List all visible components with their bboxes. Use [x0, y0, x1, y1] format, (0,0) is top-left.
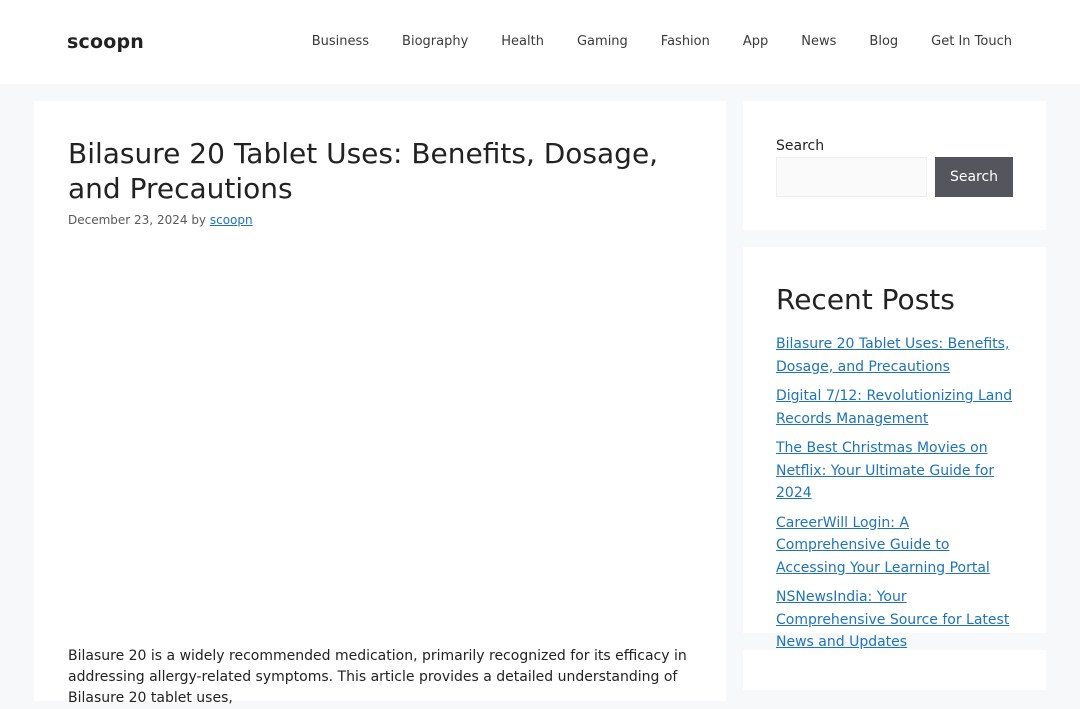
post-meta: December 23, 2024 by scoopn: [68, 213, 253, 227]
nav-item-get-in-touch[interactable]: Get In Touch: [931, 0, 1012, 84]
search-label: Search: [776, 138, 825, 154]
list-item: Bilasure 20 Tablet Uses: Benefits, Dosag…: [776, 333, 1016, 378]
recent-post-link[interactable]: Bilasure 20 Tablet Uses: Benefits, Dosag…: [776, 336, 1009, 375]
nav-item-biography[interactable]: Biography: [402, 0, 468, 84]
search-input[interactable]: [776, 157, 927, 197]
recent-post-link[interactable]: Digital 7/12: Revolutionizing Land Recor…: [776, 388, 1012, 427]
post-date: December 23, 2024: [68, 213, 188, 227]
recent-posts-widget: Recent Posts Bilasure 20 Tablet Uses: Be…: [743, 247, 1046, 650]
list-item: CareerWill Login: A Comprehensive Guide …: [776, 512, 1016, 580]
site-header: scoopn Business Biography Health Gaming …: [0, 0, 1080, 84]
nav-item-business[interactable]: Business: [312, 0, 369, 84]
ad-placeholder: [68, 246, 692, 636]
post-title: Bilasure 20 Tablet Uses: Benefits, Dosag…: [68, 137, 659, 205]
recent-post-link[interactable]: The Best Christmas Movies on Netflix: Yo…: [776, 440, 994, 501]
nav-item-app[interactable]: App: [743, 0, 768, 84]
search-button[interactable]: Search: [935, 157, 1013, 197]
site-title-link[interactable]: scoopn: [67, 31, 144, 53]
main-navigation: Business Biography Health Gaming Fashion…: [279, 0, 1012, 84]
recent-posts-list: Bilasure 20 Tablet Uses: Benefits, Dosag…: [776, 333, 1016, 661]
recent-post-link[interactable]: NSNewsIndia: Your Comprehensive Source f…: [776, 589, 1009, 650]
post-by-label: by: [191, 213, 207, 227]
post-intro-paragraph: Bilasure 20 is a widely recommended medi…: [68, 648, 687, 706]
nav-item-blog[interactable]: Blog: [869, 0, 898, 84]
article-card: Bilasure 20 Tablet Uses: Benefits, Dosag…: [34, 101, 726, 706]
nav-item-news[interactable]: News: [801, 0, 836, 84]
nav-item-fashion[interactable]: Fashion: [661, 0, 710, 84]
post-author-link[interactable]: scoopn: [210, 213, 253, 227]
search-widget: Search Search: [743, 101, 1046, 230]
sidebar-widget-partial: [743, 650, 1046, 690]
list-item: Digital 7/12: Revolutionizing Land Recor…: [776, 385, 1016, 430]
list-item: NSNewsIndia: Your Comprehensive Source f…: [776, 586, 1016, 654]
recent-posts-title: Recent Posts: [776, 283, 955, 316]
recent-post-link[interactable]: CareerWill Login: A Comprehensive Guide …: [776, 515, 990, 576]
nav-item-gaming[interactable]: Gaming: [577, 0, 628, 84]
list-item: The Best Christmas Movies on Netflix: Yo…: [776, 437, 1016, 505]
nav-item-health[interactable]: Health: [501, 0, 544, 84]
